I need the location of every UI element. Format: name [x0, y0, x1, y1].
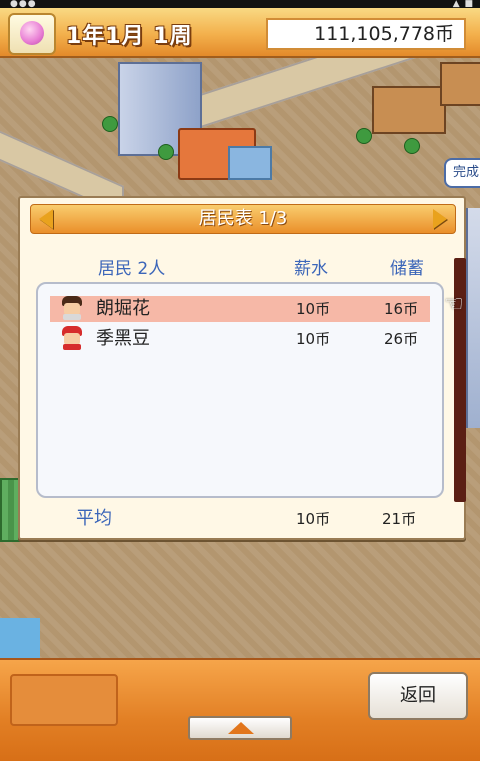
expand-menu-button[interactable] — [188, 716, 292, 740]
small-building[interactable] — [228, 146, 272, 180]
resident-salary: 10币 — [296, 300, 331, 318]
average-salary: 10币 — [296, 510, 331, 528]
salary-column-header: 薪水 — [294, 259, 328, 279]
resident-list-dialog: 居民表 1/3 居民 2人 薪水 储蓄 朗堀花 10币 16币 季黑豆 10币 … — [18, 196, 466, 540]
water — [0, 618, 40, 658]
pointing-hand-icon: ☜ — [444, 292, 464, 317]
up-arrow-icon — [228, 722, 254, 734]
resident-row[interactable]: 朗堀花 10币 16币 — [50, 296, 430, 322]
resident-salary: 10币 — [296, 330, 331, 348]
system-status-bar: ●●● ▲ ■ — [0, 0, 480, 9]
status-icons-right: ▲ ■ — [452, 0, 474, 9]
resident-list: 朗堀花 10币 16币 季黑豆 10币 26币 — [36, 282, 444, 498]
tower-building[interactable] — [466, 208, 480, 428]
blossom-icon — [20, 21, 44, 45]
top-bar: 1年1月 1周 111,105,778币 — [0, 8, 480, 58]
dialog-title: 居民表 1/3 — [198, 208, 288, 229]
empty-slot[interactable] — [10, 674, 118, 726]
resident-avatar — [60, 296, 84, 320]
house[interactable] — [440, 62, 480, 106]
game-date: 1年1月 1周 — [66, 24, 193, 49]
back-button[interactable]: 返回 — [368, 672, 468, 720]
dialog-header: 居民表 1/3 — [30, 204, 456, 234]
average-savings: 21币 — [382, 510, 417, 528]
tree — [102, 116, 118, 132]
money-display: 111,105,778币 — [266, 18, 466, 50]
season-button[interactable] — [8, 13, 56, 55]
house[interactable] — [372, 86, 446, 134]
savings-column-header: 储蓄 — [390, 259, 424, 279]
tree — [404, 138, 420, 154]
status-icons-left: ●●● — [10, 0, 37, 9]
resident-name: 朗堀花 — [96, 298, 150, 319]
average-label: 平均 — [76, 508, 112, 529]
resident-name: 季黑豆 — [96, 328, 150, 349]
residents-column-header: 居民 2人 — [98, 259, 166, 279]
resident-row[interactable]: 季黑豆 10币 26币 — [50, 326, 430, 352]
resident-savings: 26币 — [384, 330, 419, 348]
tree — [158, 144, 174, 160]
right-arrow-icon[interactable] — [433, 209, 447, 229]
resident-avatar — [60, 326, 84, 350]
bottom-bar: 返回 — [0, 658, 480, 761]
done-badge[interactable]: 完成 — [444, 158, 480, 188]
resident-savings: 16币 — [384, 300, 419, 318]
tree — [356, 128, 372, 144]
